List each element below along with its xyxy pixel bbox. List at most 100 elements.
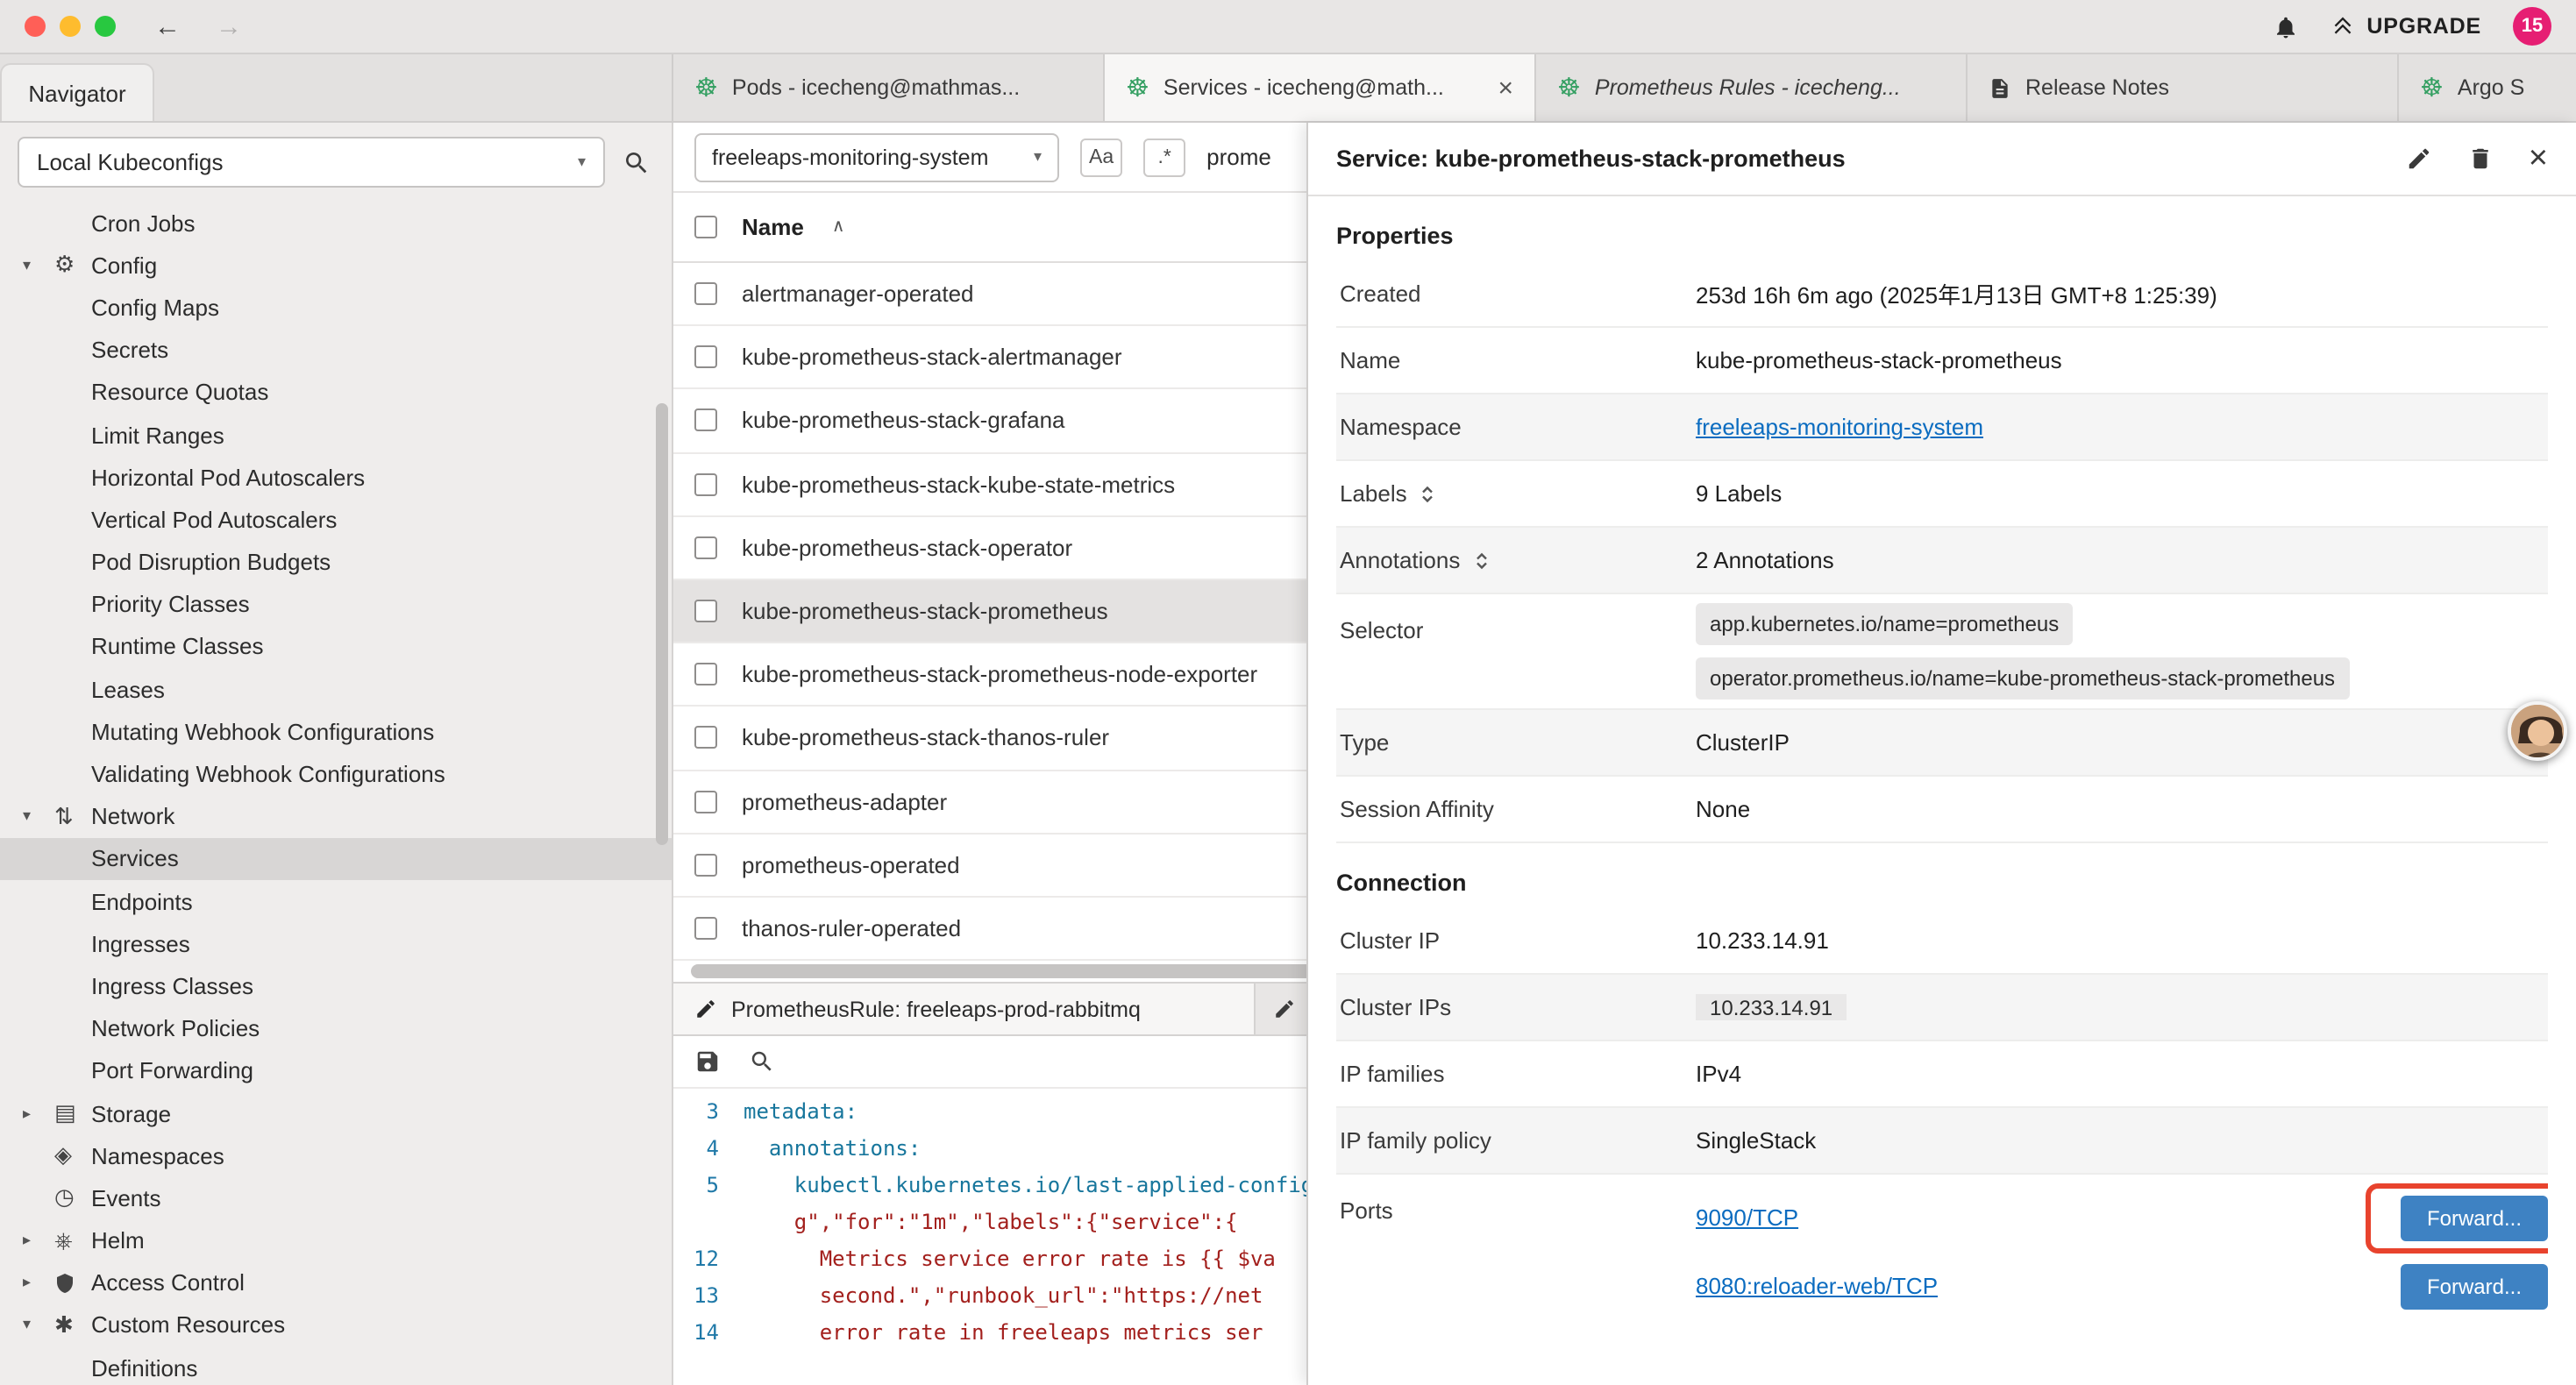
checkbox[interactable] xyxy=(694,282,717,305)
regex-toggle[interactable]: .* xyxy=(1143,138,1185,176)
sidebar-item-network[interactable]: ▾ ⇅ Network xyxy=(0,795,672,837)
sidebar-item-ingress-classes[interactable]: Ingress Classes xyxy=(0,965,672,1007)
select-all-checkbox[interactable] xyxy=(694,216,717,238)
port-link-9090[interactable]: 9090/TCP xyxy=(1696,1204,1798,1231)
titlebar: ← → UPGRADE 15 xyxy=(0,0,2576,54)
sidebar-item-ingresses[interactable]: Ingresses xyxy=(0,922,672,964)
sidebar-item-custom-resources[interactable]: ▾ ✱ Custom Resources xyxy=(0,1304,672,1346)
sidebar-item-network-policies[interactable]: Network Policies xyxy=(0,1007,672,1049)
checkbox[interactable] xyxy=(694,472,717,495)
chevron-right-icon[interactable]: ▸ xyxy=(23,1231,54,1250)
sidebar-item-services[interactable]: Services xyxy=(0,838,672,880)
expand-collapse-icon[interactable] xyxy=(1418,483,1439,504)
chevron-right-icon[interactable]: ▸ xyxy=(23,1104,54,1123)
sidebar-item-access-control[interactable]: ▸ Access Control xyxy=(0,1261,672,1303)
dock-tab-prometheusrule[interactable]: PrometheusRule: freeleaps-prod-rabbitmq xyxy=(673,984,1256,1034)
sidebar-item-validating-webhook-configurations[interactable]: Validating Webhook Configurations xyxy=(0,753,672,795)
sidebar-item-priority-classes[interactable]: Priority Classes xyxy=(0,583,672,625)
sidebar-item-leases[interactable]: Leases xyxy=(0,668,672,710)
chevron-down-icon[interactable]: ▾ xyxy=(23,806,54,826)
back-icon[interactable]: ← xyxy=(154,11,181,41)
sidebar-item-mutating-webhook-configurations[interactable]: Mutating Webhook Configurations xyxy=(0,711,672,753)
close-window-button[interactable] xyxy=(25,16,46,37)
sidebar-item-limit-ranges[interactable]: Limit Ranges xyxy=(0,414,672,456)
sidebar-item-resource-quotas[interactable]: Resource Quotas xyxy=(0,372,672,414)
close-panel-icon[interactable]: × xyxy=(2529,142,2548,175)
sidebar-item-endpoints[interactable]: Endpoints xyxy=(0,880,672,922)
detail-row-created: Created 253d 16h 6m ago (2025年1月13日 GMT+… xyxy=(1336,261,2548,328)
namespaces-icon: ◈ xyxy=(54,1141,91,1169)
user-avatar[interactable] xyxy=(2508,701,2567,761)
delete-trash-icon[interactable] xyxy=(2467,146,2494,172)
checkbox[interactable] xyxy=(694,727,717,749)
line-number: 5 xyxy=(673,1168,744,1204)
save-icon[interactable] xyxy=(694,1048,721,1075)
sidebar-item-config[interactable]: ▾ ⚙ Config xyxy=(0,244,672,286)
upgrade-button[interactable]: UPGRADE xyxy=(2330,14,2481,39)
checkbox[interactable] xyxy=(694,854,717,877)
kubernetes-cluster-icon: ☸ xyxy=(2420,75,2444,101)
namespace-link[interactable]: freeleaps-monitoring-system xyxy=(1696,414,1983,440)
notification-count-badge[interactable]: 15 xyxy=(2513,7,2551,46)
cluster-ip-badge: 10.233.14.91 xyxy=(1696,994,1847,1020)
service-details-panel: Service: kube-prometheus-stack-prometheu… xyxy=(1306,123,2576,1385)
port-link-8080-reloader-web[interactable]: 8080:reloader-web/TCP xyxy=(1696,1273,1938,1299)
chevron-right-icon[interactable]: ▸ xyxy=(23,1274,54,1293)
checkbox[interactable] xyxy=(694,346,717,369)
kubernetes-cluster-icon: ☸ xyxy=(1126,75,1149,101)
kubernetes-cluster-icon: ☸ xyxy=(1557,75,1581,101)
sidebar-item-vertical-pod-autoscalers[interactable]: Vertical Pod Autoscalers xyxy=(0,499,672,541)
zoom-window-button[interactable] xyxy=(95,16,116,37)
checkbox[interactable] xyxy=(694,536,717,559)
close-tab-icon[interactable]: × xyxy=(1498,75,1513,101)
tab-services[interactable]: ☸ Services - icecheng@math... × xyxy=(1105,54,1536,121)
sidebar-scrollbar[interactable] xyxy=(656,403,668,845)
custom-resources-icon: ✱ xyxy=(54,1311,91,1339)
sidebar-item-namespaces[interactable]: ◈ Namespaces xyxy=(0,1134,672,1176)
checkbox[interactable] xyxy=(694,409,717,432)
search-icon[interactable] xyxy=(623,148,651,176)
horizontal-scrollbar-thumb[interactable] xyxy=(691,964,1313,978)
search-icon[interactable] xyxy=(749,1048,775,1075)
checkbox[interactable] xyxy=(694,790,717,813)
connection-section-title: Connection xyxy=(1336,843,2548,908)
chevron-down-icon: ▾ xyxy=(578,153,586,172)
upgrade-icon xyxy=(2330,14,2354,39)
sidebar-item-cron-jobs[interactable]: Cron Jobs xyxy=(0,202,672,244)
sidebar-item-pod-disruption-budgets[interactable]: Pod Disruption Budgets xyxy=(0,541,672,583)
edit-pencil-icon[interactable] xyxy=(2406,146,2432,172)
forward-button-9090[interactable]: Forward... xyxy=(2401,1195,2548,1240)
namespace-selector[interactable]: freeleaps-monitoring-system ▾ xyxy=(694,132,1059,181)
checkbox[interactable] xyxy=(694,917,717,940)
chevron-down-icon[interactable]: ▾ xyxy=(23,1316,54,1335)
sidebar-item-secrets[interactable]: Secrets xyxy=(0,329,672,371)
sidebar-item-horizontal-pod-autoscalers[interactable]: Horizontal Pod Autoscalers xyxy=(0,456,672,498)
checkbox[interactable] xyxy=(694,663,717,685)
name-column-header[interactable]: Name xyxy=(742,214,804,240)
tab-release-notes[interactable]: Release Notes xyxy=(1968,54,2399,121)
minimize-window-button[interactable] xyxy=(60,16,81,37)
sidebar-item-runtime-classes[interactable]: Runtime Classes xyxy=(0,626,672,668)
sidebar-item-config-maps[interactable]: Config Maps xyxy=(0,287,672,329)
expand-collapse-icon[interactable] xyxy=(1470,550,1491,571)
detail-row-selector: Selector app.kubernetes.io/name=promethe… xyxy=(1336,594,2548,710)
forward-icon[interactable]: → xyxy=(216,11,242,41)
sidebar-item-port-forwarding[interactable]: Port Forwarding xyxy=(0,1050,672,1092)
detail-row-ip-family-policy: IP family policy SingleStack xyxy=(1336,1108,2548,1175)
forward-button-8080[interactable]: Forward... xyxy=(2401,1263,2548,1309)
checkbox[interactable] xyxy=(694,600,717,622)
tab-prometheus-rules[interactable]: ☸ Prometheus Rules - icecheng... xyxy=(1536,54,1968,121)
properties-section-title: Properties xyxy=(1336,196,2548,261)
sidebar-item-definitions[interactable]: Definitions xyxy=(0,1346,672,1385)
clock-icon: ◷ xyxy=(54,1184,91,1212)
sidebar-item-helm[interactable]: ▸ ⎈ Helm xyxy=(0,1219,672,1261)
tab-pods[interactable]: ☸ Pods - icecheng@mathmas... xyxy=(673,54,1105,121)
chevron-down-icon[interactable]: ▾ xyxy=(23,256,54,275)
sidebar-item-storage[interactable]: ▸ ▤ Storage xyxy=(0,1092,672,1134)
tab-argo[interactable]: ☸ Argo S xyxy=(2399,54,2576,121)
match-case-toggle[interactable]: Aa xyxy=(1080,138,1122,176)
sidebar-item-events[interactable]: ◷ Events xyxy=(0,1177,672,1219)
notifications-bell-icon[interactable] xyxy=(2272,13,2298,39)
navigator-tree: Cron Jobs ▾ ⚙ Config Config Maps Secrets… xyxy=(0,202,672,1385)
kubeconfig-selector[interactable]: Local Kubeconfigs ▾ xyxy=(18,137,605,188)
